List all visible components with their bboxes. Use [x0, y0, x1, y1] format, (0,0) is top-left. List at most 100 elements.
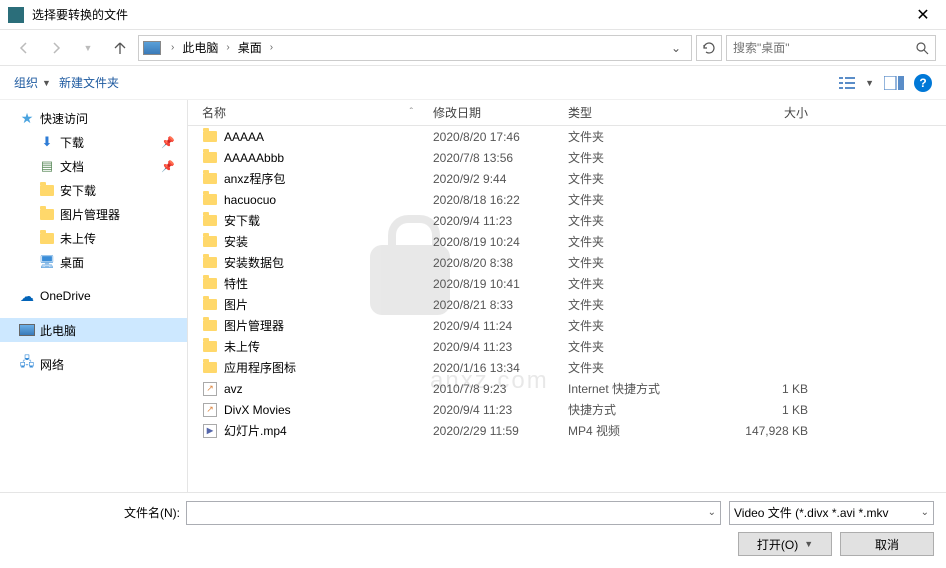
toolbar: 组织▼ 新建文件夹 ▼ ? — [0, 66, 946, 100]
breadcrumb-dropdown[interactable]: ⌄ — [665, 41, 687, 55]
sidebar-quickaccess[interactable]: ★ 快速访问 — [0, 106, 187, 130]
file-row[interactable]: anxz程序包2020/9/2 9:44文件夹 — [188, 168, 946, 189]
back-button[interactable] — [10, 34, 38, 62]
file-row[interactable]: 安下载 2020/9/4 11:23文件夹 — [188, 210, 946, 231]
file-row[interactable]: 未上传 2020/9/4 11:23文件夹 — [188, 336, 946, 357]
file-name: 特性 — [224, 275, 248, 292]
file-size: 1 KB — [708, 382, 828, 396]
file-type: 文件夹 — [568, 275, 708, 292]
folder-icon — [203, 341, 217, 352]
file-size: 147,928 KB — [708, 424, 828, 438]
file-name: avz — [224, 382, 243, 396]
file-date: 2020/1/16 13:34 — [433, 361, 568, 375]
file-row[interactable]: ↗DivX Movies2020/9/4 11:23快捷方式1 KB — [188, 399, 946, 420]
shortcut-icon: ↗ — [203, 382, 217, 396]
file-name: 安下载 — [224, 212, 260, 229]
file-name: 未上传 — [224, 338, 260, 355]
file-date: 2020/9/4 11:24 — [433, 319, 568, 333]
file-row[interactable]: AAAAAbbb2020/7/8 13:56文件夹 — [188, 147, 946, 168]
file-name: hacuocuo — [224, 193, 276, 207]
close-button[interactable]: ✕ — [900, 0, 946, 30]
sidebar-network[interactable]: 🖧 网络 — [0, 352, 187, 376]
folder-icon — [38, 233, 56, 244]
folder-icon — [203, 215, 217, 226]
folder-icon — [203, 320, 217, 331]
file-size: 1 KB — [708, 403, 828, 417]
column-type[interactable]: 类型 — [568, 104, 708, 121]
navbar: ▼ › 此电脑 › 桌面 › ⌄ — [0, 30, 946, 66]
search-input[interactable] — [733, 41, 915, 55]
file-date: 2020/8/19 10:41 — [433, 277, 568, 291]
file-name: anxz程序包 — [224, 170, 285, 187]
file-row[interactable]: 特性 2020/8/19 10:41文件夹 — [188, 273, 946, 294]
document-icon: ▤ — [38, 158, 56, 174]
column-headers: 名称ˆ 修改日期 类型 大小 — [188, 100, 946, 126]
file-row[interactable]: ↗avz2010/7/8 9:23Internet 快捷方式1 KB — [188, 378, 946, 399]
sidebar-thispc[interactable]: 此电脑 — [0, 318, 187, 342]
file-date: 2020/8/19 10:24 — [433, 235, 568, 249]
view-details-button[interactable]: ▼ — [839, 75, 874, 91]
file-type: 文件夹 — [568, 338, 708, 355]
file-date: 2020/9/4 11:23 — [433, 214, 568, 228]
pin-icon: 📌 — [161, 160, 175, 173]
file-type: 文件夹 — [568, 212, 708, 229]
file-row[interactable]: 安装2020/8/19 10:24文件夹 — [188, 231, 946, 252]
file-type: 快捷方式 — [568, 401, 708, 418]
breadcrumb-thispc[interactable]: 此电脑 — [180, 39, 220, 56]
file-row[interactable]: hacuocuo2020/8/18 16:22文件夹 — [188, 189, 946, 210]
column-name[interactable]: 名称ˆ — [188, 104, 433, 121]
file-name: 安装数据包 — [224, 254, 284, 271]
recent-dropdown[interactable]: ▼ — [74, 34, 102, 62]
desktop-icon: 🖥 — [38, 254, 56, 270]
file-row[interactable]: 图片管理器 2020/9/4 11:24文件夹 — [188, 315, 946, 336]
sidebar: ★ 快速访问 ⬇ 下载 📌 ▤ 文档 📌 安下载 图片管理器 未上传 🖥 桌面 — [0, 100, 188, 492]
folder-icon — [38, 209, 56, 220]
sidebar-picmanager[interactable]: 图片管理器 — [0, 202, 187, 226]
file-type: 文件夹 — [568, 317, 708, 334]
file-date: 2020/9/4 11:23 — [433, 340, 568, 354]
up-button[interactable] — [106, 34, 134, 62]
newfolder-button[interactable]: 新建文件夹 — [59, 74, 119, 91]
organize-menu[interactable]: 组织▼ — [14, 74, 51, 91]
forward-button[interactable] — [42, 34, 70, 62]
file-row[interactable]: 安装数据包2020/8/20 8:38文件夹 — [188, 252, 946, 273]
file-name: DivX Movies — [224, 403, 291, 417]
filename-input[interactable] — [191, 506, 702, 520]
filetype-filter[interactable]: Video 文件 (*.divx *.avi *.mkv ⌄ — [729, 501, 934, 525]
file-date: 2020/8/20 17:46 — [433, 130, 568, 144]
help-button[interactable]: ? — [914, 74, 932, 92]
search-box[interactable] — [726, 35, 936, 61]
sidebar-documents[interactable]: ▤ 文档 📌 — [0, 154, 187, 178]
cancel-button[interactable]: 取消 — [840, 532, 934, 556]
pc-icon — [143, 41, 161, 55]
sidebar-notuploaded[interactable]: 未上传 — [0, 226, 187, 250]
file-name: 图片管理器 — [224, 317, 284, 334]
sidebar-onedrive[interactable]: ☁ OneDrive — [0, 284, 187, 308]
chevron-down-icon[interactable]: ⌄ — [702, 507, 716, 518]
file-date: 2010/7/8 9:23 — [433, 382, 568, 396]
window-title: 选择要转换的文件 — [32, 6, 900, 23]
file-date: 2020/8/18 16:22 — [433, 193, 568, 207]
video-icon: ▶ — [203, 424, 217, 438]
search-icon[interactable] — [915, 41, 929, 55]
file-type: 文件夹 — [568, 170, 708, 187]
folder-icon — [203, 194, 217, 205]
column-size[interactable]: 大小 — [708, 104, 828, 121]
filename-combobox[interactable]: ⌄ — [186, 501, 721, 525]
pc-icon — [18, 324, 36, 336]
sidebar-downloads[interactable]: ⬇ 下载 📌 — [0, 130, 187, 154]
sidebar-desktop[interactable]: 🖥 桌面 — [0, 250, 187, 274]
column-date[interactable]: 修改日期 — [433, 104, 568, 121]
file-row[interactable]: 应用程序图标2020/1/16 13:34文件夹 — [188, 357, 946, 378]
file-list: 名称ˆ 修改日期 类型 大小 AAAAA2020/8/20 17:46文件夹AA… — [188, 100, 946, 492]
file-row[interactable]: ▶幻灯片.mp42020/2/29 11:59MP4 视频147,928 KB — [188, 420, 946, 441]
sidebar-anxiazai[interactable]: 安下载 — [0, 178, 187, 202]
pin-icon: 📌 — [161, 136, 175, 149]
refresh-button[interactable] — [696, 35, 722, 61]
breadcrumb-desktop[interactable]: 桌面 — [236, 39, 264, 56]
breadcrumb[interactable]: › 此电脑 › 桌面 › ⌄ — [138, 35, 692, 61]
preview-pane-button[interactable] — [884, 76, 904, 90]
file-row[interactable]: AAAAA2020/8/20 17:46文件夹 — [188, 126, 946, 147]
file-row[interactable]: 图片2020/8/21 8:33文件夹 — [188, 294, 946, 315]
open-button[interactable]: 打开(O)▼ — [738, 532, 832, 556]
